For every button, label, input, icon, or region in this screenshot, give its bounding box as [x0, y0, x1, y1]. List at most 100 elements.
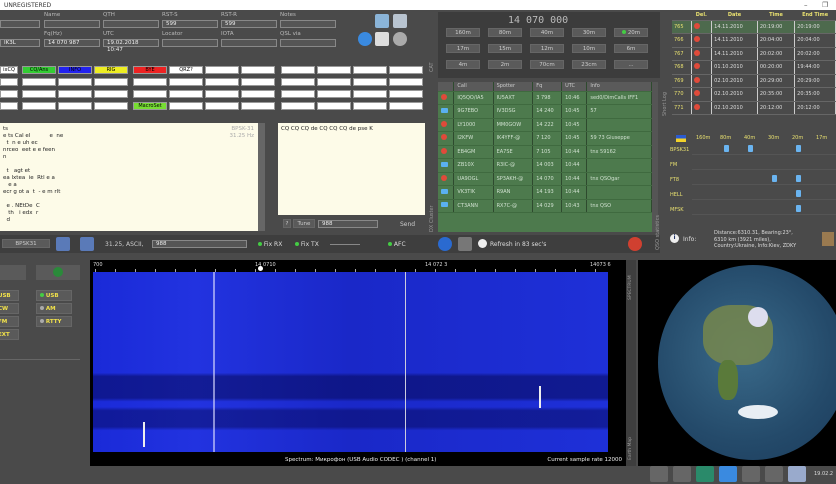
waterfall-panel[interactable]: 700 14 0710 14 072 3 14073 6 Spectrum: Микр… — [90, 260, 626, 466]
macro-button-empty[interactable] — [0, 90, 18, 98]
qso-field[interactable] — [280, 20, 336, 28]
macro-button-empty[interactable] — [241, 66, 275, 74]
mode-select[interactable]: BPSK31 — [2, 239, 50, 248]
macro-button-empty[interactable] — [58, 78, 92, 86]
earth-map[interactable] — [638, 260, 836, 466]
macro-button-empty[interactable] — [241, 78, 275, 86]
macro-button-empty[interactable] — [353, 102, 387, 110]
report-icon[interactable] — [765, 466, 783, 482]
macro-button-empty[interactable] — [94, 90, 128, 98]
macro-button-empty[interactable] — [0, 78, 18, 86]
transmit-text-area[interactable]: CQ CQ CQ de CQ CQ CQ de pse K — [278, 123, 425, 215]
tune-button[interactable]: Tune — [293, 219, 315, 228]
spot-row[interactable]: UA9OGL SP3AKH-@ 14 070 10:44 tnx QSOgar — [438, 172, 652, 186]
modem-frequency-field[interactable]: 988 — [152, 240, 247, 248]
delete-icon[interactable] — [693, 76, 700, 83]
macro-button-empty[interactable] — [281, 78, 315, 86]
macro-button-rig[interactable]: RIG — [94, 66, 128, 74]
macro-button-empty[interactable] — [317, 66, 351, 74]
qso-field[interactable] — [221, 39, 277, 47]
rx-cursor-line[interactable] — [405, 272, 406, 452]
macro-button-ixcq[interactable]: ixCQ — [0, 66, 18, 74]
log-save-icon[interactable] — [375, 14, 389, 28]
macro-button-empty[interactable] — [389, 102, 423, 110]
macro-button-empty[interactable] — [0, 102, 18, 110]
disconnect-icon[interactable] — [628, 237, 642, 251]
delete-cell[interactable] — [691, 47, 713, 61]
column-header[interactable]: Time — [757, 11, 795, 21]
qso-field[interactable] — [44, 20, 100, 28]
qso-field[interactable]: 19.02.2018 10:47 — [103, 39, 159, 53]
band-button-4m[interactable]: 4m — [446, 60, 480, 69]
mode-button-usb[interactable]: USB — [36, 290, 72, 301]
rx-frequency-marker[interactable] — [258, 266, 263, 271]
column-header[interactable]: Date — [711, 11, 758, 21]
delete-icon[interactable] — [693, 103, 700, 110]
log-row[interactable]: 771 02.10.2010 20:12:00 20:12:00 — [672, 101, 836, 115]
macro-button-empty[interactable] — [133, 90, 167, 98]
macro-button-empty[interactable] — [389, 90, 423, 98]
qso-field[interactable]: 14 070 987 — [44, 39, 100, 47]
macro-button-empty[interactable] — [241, 102, 275, 110]
help-button[interactable]: ? — [283, 219, 291, 228]
spot-row[interactable]: ZB10X R3IC-@ 14 003 10:44 — [438, 158, 652, 173]
afc-toggle[interactable]: AFC — [388, 241, 406, 248]
macro-button-empty[interactable] — [169, 90, 203, 98]
column-header[interactable]: End Time — [794, 11, 836, 21]
log-row[interactable]: 766 14.11.2010 20:04:00 20:04:00 — [672, 33, 836, 48]
worked-mark[interactable] — [748, 145, 753, 152]
clear-rx-icon[interactable] — [56, 237, 70, 251]
spot-row[interactable]: I2KFW IK4YFF-@ 7 120 10:45 59 73 Giuseppe — [438, 131, 652, 146]
rig-icon[interactable] — [0, 265, 26, 280]
log-delete-icon[interactable] — [393, 14, 407, 28]
delete-icon[interactable] — [693, 63, 700, 70]
qso-field[interactable]: 599 — [221, 20, 277, 28]
band-button-15m[interactable]: 15m — [488, 44, 522, 53]
column-header[interactable] — [672, 11, 692, 21]
gear-icon[interactable] — [393, 32, 407, 46]
band-button-80m[interactable]: 80m — [488, 28, 522, 37]
cluster-settings-icon[interactable] — [458, 237, 472, 251]
macro-button-empty[interactable] — [22, 90, 56, 98]
delete-icon[interactable] — [693, 36, 700, 43]
transfer-icon[interactable] — [742, 466, 760, 482]
macro-button-empty[interactable] — [389, 78, 423, 86]
call-value-field[interactable]: IK3L — [0, 39, 40, 47]
macro-button-empty[interactable] — [22, 102, 56, 110]
radar-icon[interactable] — [36, 265, 80, 280]
device-icon[interactable] — [788, 466, 806, 482]
band-button-...[interactable]: ... — [614, 60, 648, 69]
macro-button-empty[interactable] — [317, 78, 351, 86]
column-header[interactable] — [438, 82, 455, 92]
macro-button-empty[interactable] — [94, 102, 128, 110]
macro-button-empty[interactable] — [317, 102, 351, 110]
column-header[interactable]: Spotter — [493, 82, 534, 92]
spot-row[interactable]: 9G7EBO IV3DSG 14 240 10:45 57 — [438, 104, 652, 119]
tx-offset-field[interactable]: 988 — [318, 220, 378, 228]
mode-button-fm[interactable]: FM — [0, 316, 19, 327]
worked-mark[interactable] — [724, 145, 729, 152]
delete-icon[interactable] — [693, 49, 700, 56]
macro-button-empty[interactable] — [205, 66, 239, 74]
macro-button-empty[interactable] — [205, 90, 239, 98]
band-button-10m[interactable]: 10m — [572, 44, 606, 53]
receive-text-area[interactable]: ts e ts Cal el e ne t n e uh ec nrceo eet … — [0, 123, 258, 231]
spot-row[interactable]: CT3ANN RX7C-@ 14 029 10:43 tnx QSO — [438, 199, 652, 213]
macro-button-bye[interactable]: BYE — [133, 66, 167, 74]
log-row[interactable]: 768 01.10.2010 00:20:00 19:44:00 — [672, 60, 836, 75]
settings-icon[interactable] — [673, 466, 691, 482]
cluster-scrollbar[interactable] — [652, 82, 658, 232]
band-button-20m[interactable]: 20m — [614, 28, 648, 37]
flag-icon[interactable] — [375, 32, 389, 46]
log-row[interactable]: 770 02.10.2010 20:35:00 20:35:00 — [672, 87, 836, 102]
band-button-40m[interactable]: 40m — [530, 28, 564, 37]
macro-button-empty[interactable] — [133, 78, 167, 86]
column-header[interactable]: UTC — [561, 82, 588, 92]
macro-button-empty[interactable] — [169, 78, 203, 86]
macro-button-empty[interactable] — [353, 78, 387, 86]
macro-button-cqans[interactable]: CQ/Ans — [22, 66, 56, 74]
minimize-button[interactable]: – — [804, 1, 808, 9]
log-row[interactable]: 767 14.11.2010 20:02:00 20:02:00 — [672, 47, 836, 61]
qso-field[interactable] — [103, 20, 159, 28]
macro-button-qrz[interactable]: QRZ? — [169, 66, 203, 74]
